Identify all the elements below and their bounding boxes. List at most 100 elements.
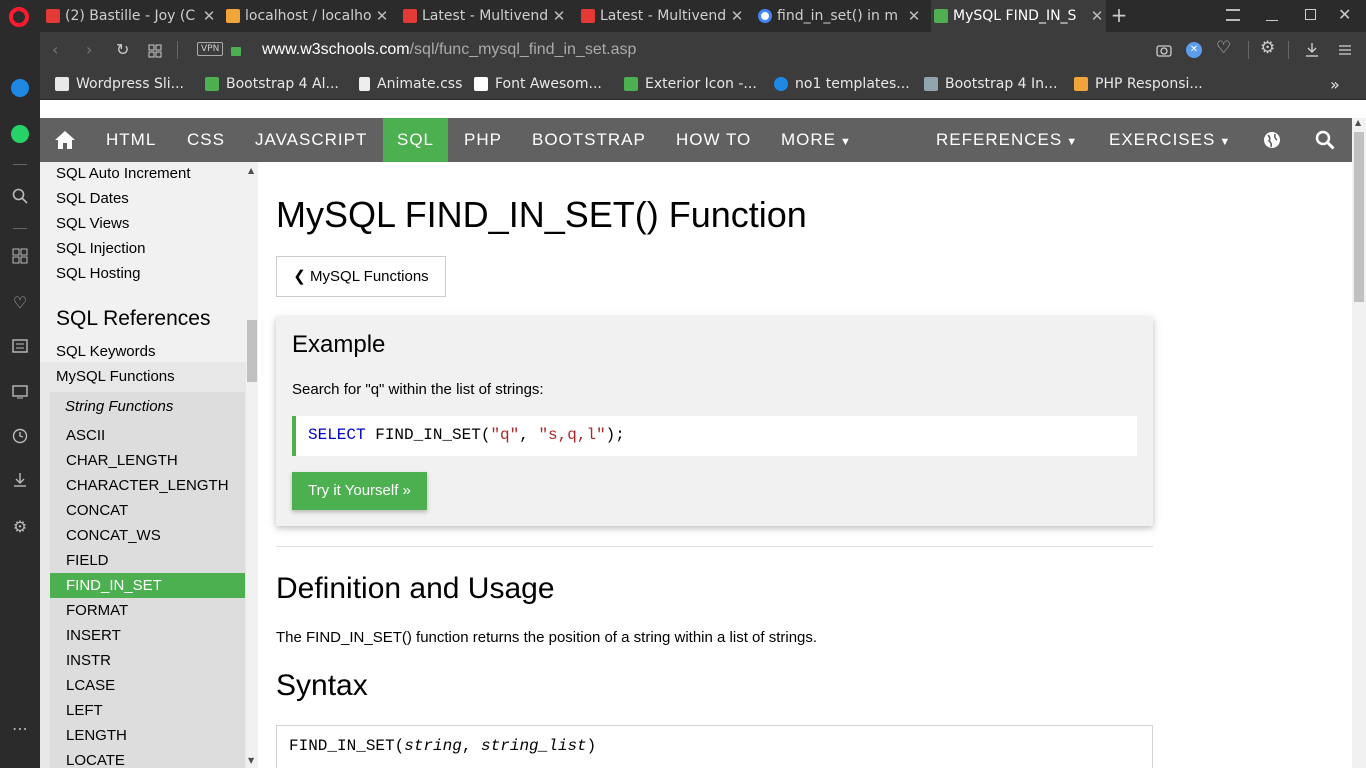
syntax-heading: Syntax: [276, 669, 368, 702]
bookmark-item[interactable]: Font Awesom...: [474, 68, 602, 100]
more-icon[interactable]: ⋯: [10, 718, 30, 738]
bookmark-item[interactable]: PHP Responsi...: [1074, 68, 1203, 100]
tab-close-icon[interactable]: ✕: [728, 7, 746, 25]
history-icon[interactable]: [10, 426, 30, 446]
bookmark-item[interactable]: Bootstrap 4 Al...: [205, 68, 339, 100]
nav-bootstrap[interactable]: BOOTSTRAP: [532, 118, 646, 162]
sidebar-func-length[interactable]: LENGTH: [50, 723, 245, 748]
tab-title: localhost / localho: [245, 8, 372, 24]
page-scrollbar[interactable]: ▲: [1352, 118, 1366, 768]
easy-setup-icon[interactable]: ⚙: [1260, 38, 1275, 58]
menu-icon[interactable]: [1338, 42, 1352, 61]
opera-logo-icon[interactable]: [9, 7, 29, 27]
sidebar-func-left[interactable]: LEFT: [50, 698, 245, 723]
tab-3[interactable]: Latest - Multivend ✕: [403, 0, 568, 32]
close-window-icon[interactable]: ✕: [1338, 5, 1351, 24]
adblock-icon[interactable]: ✕: [1186, 42, 1202, 58]
bookmark-heart-icon[interactable]: ♡: [1216, 38, 1231, 58]
back-to-functions-button[interactable]: ❮ MySQL Functions: [276, 256, 446, 297]
player-icon[interactable]: [10, 382, 30, 402]
sidebar-scroll-down-arrow[interactable]: ▼: [248, 756, 254, 765]
vpn-badge[interactable]: VPN: [197, 42, 224, 56]
restore-icon[interactable]: [1305, 9, 1316, 20]
tab-close-icon[interactable]: ✕: [550, 7, 568, 25]
sidebar-func-find-in-set[interactable]: FIND_IN_SET: [50, 573, 245, 598]
settings-icon[interactable]: ⚙: [10, 516, 30, 536]
bookmark-item[interactable]: no1 templates...: [774, 68, 910, 100]
nav-how-to[interactable]: HOW TO: [676, 118, 751, 162]
sidebar-item-hosting[interactable]: SQL Hosting: [56, 265, 141, 282]
url-field[interactable]: www.w3schools.com/sql/func_mysql_find_in…: [262, 41, 636, 59]
tab-1[interactable]: (2) Bastille - Joy (C ✕: [46, 0, 218, 32]
sidebar-scroll-up-arrow[interactable]: ▲: [248, 166, 254, 175]
sidebar-item-views[interactable]: SQL Views: [56, 215, 129, 232]
syntax-arg-string-list: string_list: [481, 737, 587, 755]
bookmark-item[interactable]: Bootstrap 4 In...: [924, 68, 1057, 100]
bookmark-favicon-icon: [1074, 77, 1088, 91]
nav-css[interactable]: CSS: [187, 118, 225, 162]
bookmarks-more-icon[interactable]: »: [1330, 68, 1340, 100]
new-tab-button[interactable]: +: [1110, 3, 1128, 27]
nav-sql[interactable]: SQL: [383, 118, 449, 162]
sidebar-func-character-length[interactable]: CHARACTER_LENGTH: [50, 473, 245, 498]
tab-close-icon[interactable]: ✕: [1088, 7, 1106, 25]
nav-more[interactable]: MORE ▼: [781, 118, 852, 162]
forward-icon[interactable]: ›: [86, 40, 92, 59]
tab-2[interactable]: localhost / localho ✕: [226, 0, 391, 32]
nav-exercises[interactable]: EXERCISES ▼: [1109, 118, 1231, 162]
nav-php[interactable]: PHP: [464, 118, 502, 162]
sidebar-func-format[interactable]: FORMAT: [50, 598, 245, 623]
tab-close-icon[interactable]: ✕: [373, 7, 391, 25]
sidebar-item-dates[interactable]: SQL Dates: [56, 190, 129, 207]
reload-icon[interactable]: ↻: [116, 40, 129, 59]
sidebar-func-lcase[interactable]: LCASE: [50, 673, 245, 698]
scrollbar-up-arrow[interactable]: ▲: [1355, 118, 1361, 127]
bookmark-item[interactable]: Wordpress Sli...: [55, 68, 184, 100]
sidebar-func-insert[interactable]: INSERT: [50, 623, 245, 648]
sidebar-item-keywords[interactable]: SQL Keywords: [56, 343, 156, 360]
sidebar-func-instr[interactable]: INSTR: [50, 648, 245, 673]
bookmark-item[interactable]: Exterior Icon -...: [624, 68, 757, 100]
bookmark-item[interactable]: Animate.css: [359, 68, 462, 100]
tab-active[interactable]: MySQL FIND_IN_S ✕: [931, 0, 1106, 32]
camera-icon[interactable]: [1156, 42, 1172, 61]
home-icon[interactable]: [54, 118, 76, 162]
sidebar-item-injection[interactable]: SQL Injection: [56, 240, 146, 257]
messenger-icon[interactable]: [10, 78, 30, 98]
globe-icon[interactable]: [1263, 118, 1281, 162]
nav-references[interactable]: REFERENCES ▼: [936, 118, 1078, 162]
scrollbar-thumb[interactable]: [1354, 132, 1364, 302]
bookmark-label: no1 templates...: [795, 76, 910, 92]
sidebar-scrollbar[interactable]: ▲ ▼: [246, 162, 258, 768]
news-icon[interactable]: [10, 336, 30, 356]
sidebar-func-locate[interactable]: LOCATE: [50, 748, 245, 768]
tab-close-icon[interactable]: ✕: [905, 7, 923, 25]
search-icon[interactable]: [1315, 118, 1335, 162]
nav-javascript[interactable]: JAVASCRIPT: [255, 118, 367, 162]
whatsapp-icon[interactable]: [10, 124, 30, 144]
sidebar-scroll-thumb[interactable]: [247, 320, 257, 382]
sidebar-func-concat-ws[interactable]: CONCAT_WS: [50, 523, 245, 548]
sidebar-func-ascii[interactable]: ASCII: [50, 423, 245, 448]
sidebar-func-field[interactable]: FIELD: [50, 548, 245, 573]
search-icon[interactable]: [10, 186, 30, 206]
download-icon[interactable]: [1305, 42, 1319, 61]
bookmark-label: Exterior Icon -...: [645, 76, 757, 92]
heart-icon[interactable]: ♡: [10, 292, 30, 312]
sidebar-item-auto-increment[interactable]: SQL Auto Increment: [56, 165, 191, 182]
sidebar-func-concat[interactable]: CONCAT: [50, 498, 245, 523]
page-title: MySQL FIND_IN_SET() Function: [276, 194, 807, 235]
tab-5[interactable]: find_in_set() in m ✕: [758, 0, 923, 32]
nav-html[interactable]: HTML: [106, 118, 156, 162]
back-icon[interactable]: ‹: [52, 40, 58, 59]
tab-4[interactable]: Latest - Multivend ✕: [581, 0, 746, 32]
tab-menu-icon[interactable]: [1226, 9, 1240, 21]
speed-dial-icon[interactable]: [10, 246, 30, 266]
try-it-yourself-button[interactable]: Try it Yourself »: [292, 472, 427, 510]
tab-close-icon[interactable]: ✕: [200, 7, 218, 25]
tabs-grid-icon[interactable]: [148, 43, 162, 62]
sidebar-func-char-length[interactable]: CHAR_LENGTH: [50, 448, 245, 473]
downloads-icon[interactable]: [10, 470, 30, 490]
minimize-icon[interactable]: [1266, 20, 1278, 21]
lock-icon[interactable]: [231, 47, 241, 56]
